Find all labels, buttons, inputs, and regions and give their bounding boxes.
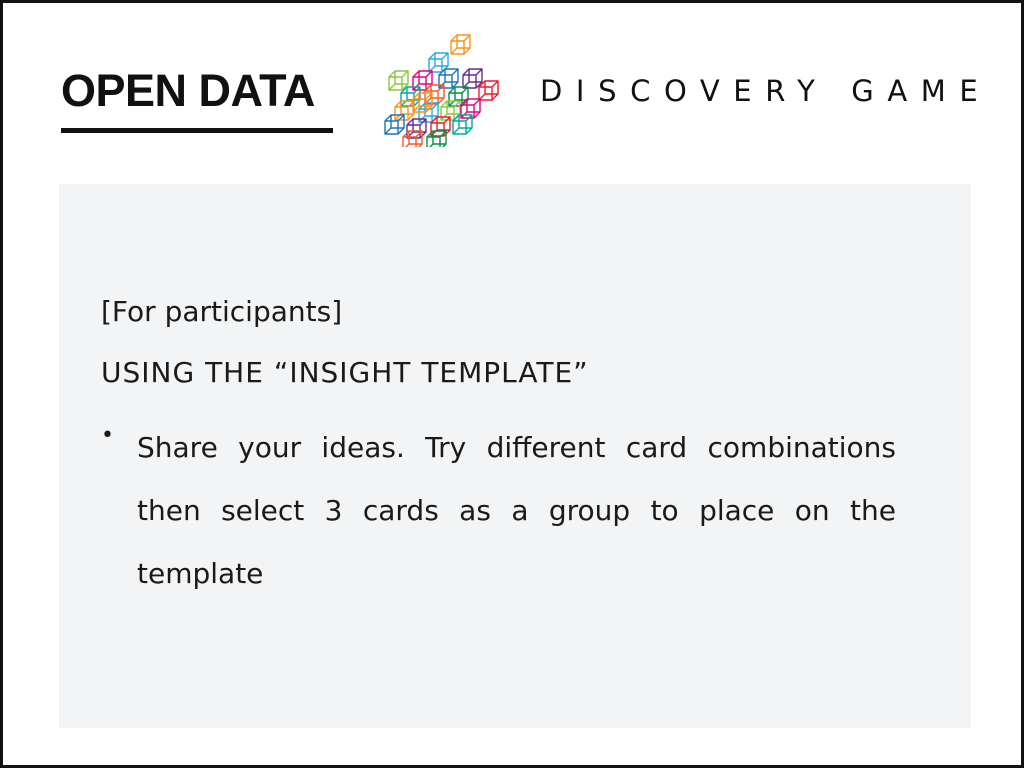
cube-cluster-icon bbox=[384, 34, 499, 147]
audience-label: [For participants] bbox=[101, 295, 343, 328]
cube-icon bbox=[406, 118, 427, 139]
content-panel: [For participants] USING THE “INSIGHT TE… bbox=[59, 184, 971, 728]
discovery-game-title: DISCOVERY GAME bbox=[540, 74, 992, 108]
list-item: • Share your ideas. Try different card c… bbox=[101, 416, 896, 605]
cube-icon bbox=[478, 80, 499, 101]
open-data-title: OPEN DATA bbox=[61, 65, 315, 116]
cube-icon bbox=[450, 34, 471, 55]
cube-icon bbox=[424, 84, 445, 105]
bullet-icon: • bbox=[101, 423, 114, 448]
slide: OPEN DATA DISCOVERY GAME [For participan… bbox=[0, 0, 1024, 768]
title-underline bbox=[61, 128, 333, 133]
cube-icon bbox=[400, 86, 421, 107]
instruction-text: Share your ideas. Try different card com… bbox=[137, 431, 896, 590]
cube-icon bbox=[462, 68, 483, 89]
section-heading: USING THE “INSIGHT TEMPLATE” bbox=[101, 356, 589, 389]
cube-icon bbox=[426, 130, 447, 147]
instruction-list: • Share your ideas. Try different card c… bbox=[101, 416, 896, 605]
cube-icon bbox=[388, 70, 409, 91]
